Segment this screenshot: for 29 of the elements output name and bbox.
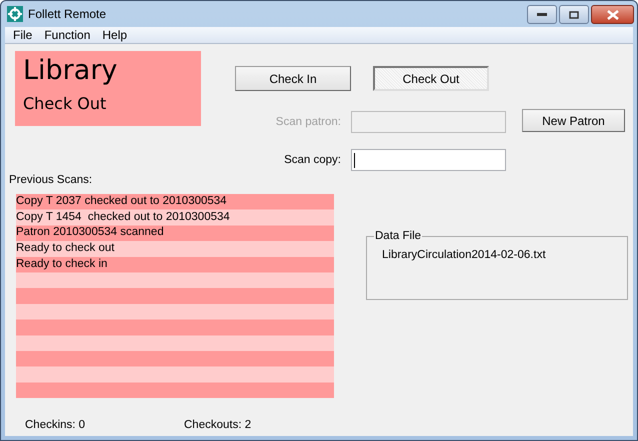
new-patron-button[interactable]: New Patron bbox=[522, 109, 625, 132]
maximize-icon bbox=[569, 10, 579, 18]
list-label: Previous Scans: bbox=[9, 174, 92, 186]
menu-item[interactable]: Help bbox=[96, 28, 134, 42]
list-item[interactable]: Copy T 2037 checked out to 2010300534 bbox=[16, 194, 334, 210]
close-icon bbox=[606, 10, 618, 20]
mode-button[interactable]: Check Out bbox=[373, 66, 489, 91]
text-cursor bbox=[354, 152, 355, 168]
maximize-button[interactable] bbox=[559, 5, 589, 24]
minimize-icon bbox=[537, 12, 547, 16]
field-label: Scan copy: bbox=[283, 154, 341, 166]
banner-subtitle: Check Out bbox=[23, 94, 108, 113]
mode-button[interactable]: Check In bbox=[235, 66, 351, 91]
file-name: LibraryCirculation2014-02-06.txt bbox=[382, 249, 546, 261]
checkins-count: Checkins: 0 bbox=[25, 419, 86, 431]
list-item[interactable]: Copy T 1454 checked out to 2010300534 bbox=[16, 210, 334, 226]
list-item[interactable]: Ready to check in bbox=[16, 256, 334, 272]
list-item[interactable]: Patron 2010300534 scanned bbox=[16, 225, 334, 242]
field-label: Scan patron: bbox=[274, 116, 341, 128]
menu-item[interactable]: File bbox=[7, 28, 38, 42]
minimize-button[interactable] bbox=[527, 5, 557, 24]
window-title: Follett Remote bbox=[28, 7, 106, 21]
checkouts-count: Checkouts: 2 bbox=[184, 419, 252, 431]
app-icon bbox=[7, 6, 23, 22]
input-field[interactable] bbox=[351, 149, 506, 171]
menu-item[interactable]: Function bbox=[38, 28, 96, 42]
banner-title: Library bbox=[23, 54, 118, 88]
close-button[interactable] bbox=[591, 5, 634, 24]
list-item[interactable]: Ready to check out bbox=[16, 241, 334, 257]
